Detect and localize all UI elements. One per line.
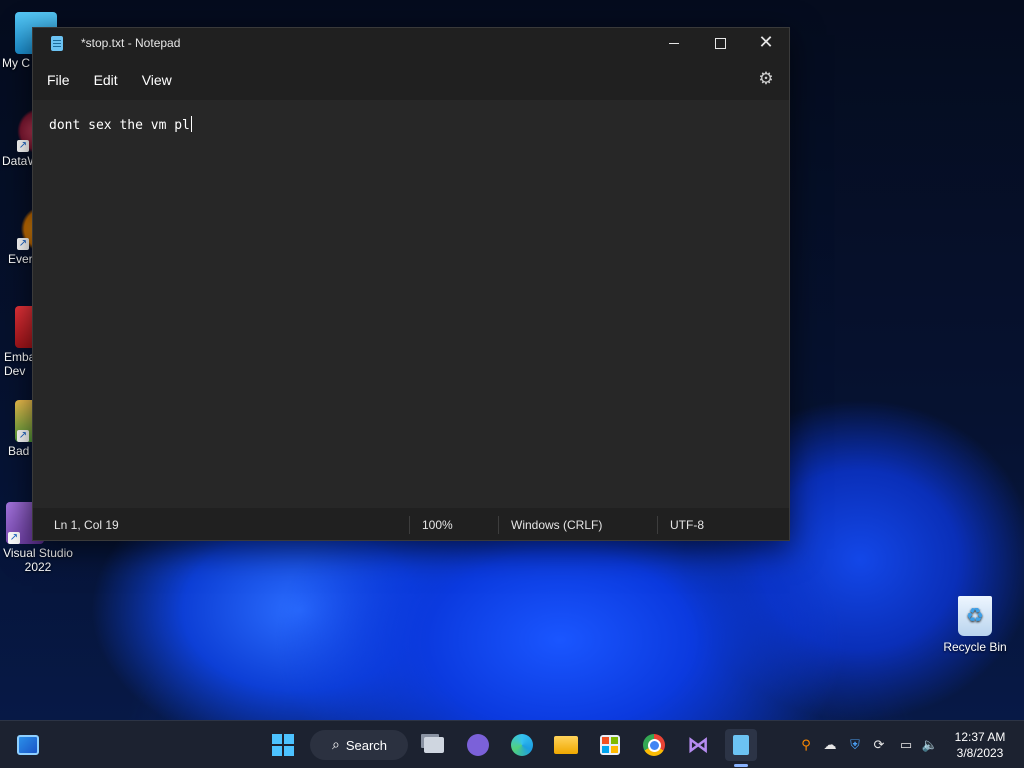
system-clock[interactable]: 12:37 AM 3/8/2023 xyxy=(944,729,1016,761)
menu-view[interactable]: View xyxy=(132,66,182,94)
text-caret xyxy=(190,116,192,132)
shortcut-arrow-icon: ↗ xyxy=(17,140,29,152)
file-explorer-button[interactable] xyxy=(550,729,582,761)
microsoft-store-button[interactable] xyxy=(594,729,626,761)
shortcut-arrow-icon: ↗ xyxy=(8,532,20,544)
close-button[interactable]: ✕ xyxy=(743,28,789,58)
clock-time: 12:37 AM xyxy=(954,730,1006,744)
shortcut-arrow-icon: ↗ xyxy=(17,238,29,250)
chat-icon xyxy=(467,734,489,756)
chrome-icon xyxy=(643,734,665,756)
clock-date: 3/8/2023 xyxy=(956,746,1004,760)
window-controls: ✕ xyxy=(651,28,789,58)
status-bar: Ln 1, Col 19 100% Windows (CRLF) UTF-8 xyxy=(33,510,789,540)
store-icon xyxy=(600,735,620,755)
active-app-indicator xyxy=(734,764,748,767)
menu-file[interactable]: File xyxy=(37,66,80,94)
status-line-ending: Windows (CRLF) xyxy=(511,518,603,532)
widgets-icon xyxy=(17,735,39,755)
sync-icon[interactable]: ⟳ xyxy=(869,735,889,755)
recycle-bin-label: Recycle Bin xyxy=(943,640,1007,654)
search-icon: ⌕ xyxy=(332,737,340,753)
text-editor-area[interactable]: dont sex the vm pl xyxy=(33,100,789,508)
editor-text: dont sex the vm pl xyxy=(49,118,190,133)
status-divider xyxy=(409,516,410,534)
shortcut-arrow-icon: ↗ xyxy=(17,430,29,442)
desktop-icon-label: Visual Studio 2022 xyxy=(3,546,73,574)
tray-app-icon[interactable]: ⚲ xyxy=(796,735,816,755)
onedrive-icon[interactable]: ☁ xyxy=(820,735,840,755)
folder-icon xyxy=(554,736,578,754)
security-shield-icon[interactable]: ⛨ xyxy=(845,735,865,755)
task-view-icon xyxy=(424,737,444,753)
status-cursor-position: Ln 1, Col 19 xyxy=(54,518,119,532)
windows-logo-icon xyxy=(272,734,294,756)
status-encoding: UTF-8 xyxy=(670,518,704,532)
network-icon[interactable]: ▭ xyxy=(896,735,916,755)
window-title: *stop.txt - Notepad xyxy=(81,36,181,50)
editor-content: dont sex the vm pl xyxy=(49,116,192,133)
recycle-bin-icon: ♻ xyxy=(958,596,992,636)
settings-gear-icon[interactable]: ⚙ xyxy=(757,70,775,88)
notepad-taskbar-button[interactable] xyxy=(725,729,757,761)
desktop-icon-recycle-bin[interactable]: ♻ Recycle Bin xyxy=(938,596,1012,654)
status-divider xyxy=(498,516,499,534)
taskbar: ⌕ Search ⋈ ⚲ ☁ ⛨ ⟳ ▭ 🔈 12:37 AM 3/8/2023 xyxy=(0,720,1024,768)
notepad-app-icon xyxy=(51,35,63,51)
title-bar[interactable]: *stop.txt - Notepad ✕ xyxy=(33,28,789,58)
maximize-button[interactable] xyxy=(697,28,743,58)
notepad-taskbar-icon xyxy=(733,735,749,755)
maximize-icon xyxy=(714,37,726,49)
visual-studio-taskbar-icon: ⋈ xyxy=(687,732,709,758)
notepad-window: *stop.txt - Notepad ✕ File Edit View ⚙ d… xyxy=(32,27,790,541)
chrome-button[interactable] xyxy=(638,729,670,761)
task-view-button[interactable] xyxy=(418,729,450,761)
minimize-icon xyxy=(669,42,679,44)
edge-icon xyxy=(511,734,533,756)
teams-chat-button[interactable] xyxy=(462,729,494,761)
visual-studio-button[interactable]: ⋈ xyxy=(682,729,714,761)
menu-bar: File Edit View ⚙ xyxy=(33,62,789,98)
menu-edit[interactable]: Edit xyxy=(84,66,128,94)
widgets-button[interactable] xyxy=(12,729,44,761)
status-divider xyxy=(657,516,658,534)
close-icon: ✕ xyxy=(758,32,774,53)
volume-icon[interactable]: 🔈 xyxy=(920,735,940,755)
taskbar-search-button[interactable]: ⌕ Search xyxy=(310,730,408,760)
start-button[interactable] xyxy=(267,729,299,761)
minimize-button[interactable] xyxy=(651,28,697,58)
search-label: Search xyxy=(345,737,388,753)
edge-button[interactable] xyxy=(506,729,538,761)
status-zoom: 100% xyxy=(422,518,453,532)
